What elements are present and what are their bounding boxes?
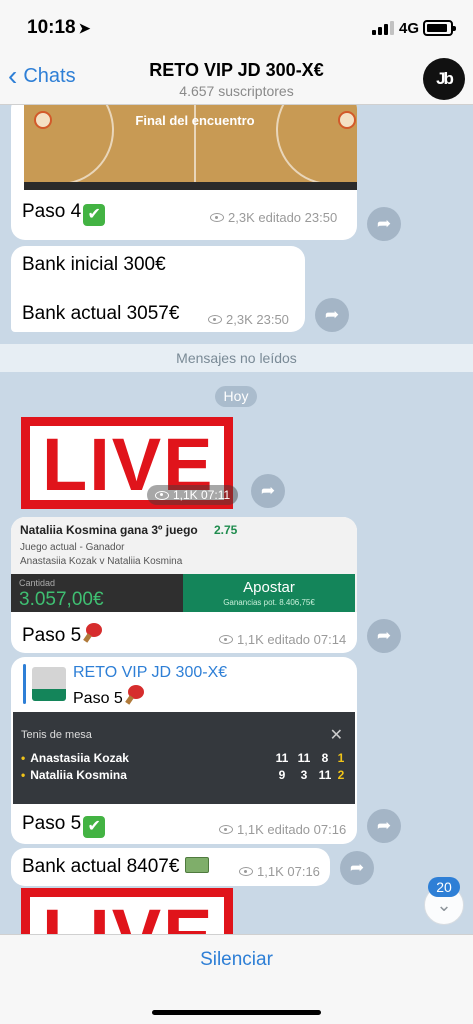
share-icon: ➦ [260,481,276,500]
player-1-name: • Anastasiia Kozak [21,751,129,765]
reply-accent-bar [23,664,26,704]
eye-icon [219,635,233,644]
ping-pong-paddle-icon [83,623,105,643]
message-text: Paso 5 [22,623,105,647]
bet-slip-image[interactable]: Nataliia Kosmina gana 3º juego 2.75 Jueg… [11,517,357,612]
message-meta: 2,3K 23:50 [208,312,289,327]
image-caption: Final del encuentro [135,113,255,128]
checkmark-icon: ✔ [83,204,106,226]
player-1-set-1: 11 [275,751,289,765]
live-image-text: LIVE [42,893,214,934]
share-button[interactable]: ➦ [315,298,349,332]
network-label: 4G [399,20,420,37]
date-pill: Hoy [215,386,257,407]
share-button[interactable]: ➦ [251,474,285,508]
stake-value: 3.057,00€ [19,589,104,610]
ping-pong-paddle-icon [124,685,147,705]
message-text: Bank actual 8407€ [22,856,210,878]
eye-icon [155,490,169,500]
player-2-current: 2 [337,768,345,782]
stake-box: Cantidad 3.057,00€ [11,574,183,612]
player-1-set-3: 8 [321,751,329,765]
basketball-court-image[interactable]: Final del encuentro [24,105,357,195]
share-button[interactable]: ➦ [367,809,401,843]
message-text: Paso 5 ✔ [22,813,106,838]
bank-initial-text: Bank inicial 300€ [22,254,166,275]
bet-title: Nataliia Kosmina gana 3º juego [20,523,198,537]
home-indicator[interactable] [152,1010,321,1015]
location-arrow-icon: ➤ [78,20,91,36]
player-1-current: 1 [337,751,345,765]
bet-market: Juego actual - Ganador [20,542,125,553]
mute-button[interactable]: Silenciar [0,949,473,971]
money-icon [185,857,210,873]
status-time: 10:18 ➤ [27,17,91,38]
share-icon: ➦ [376,816,392,835]
scoreboard-image[interactable]: Tenis de mesa ✕ • Anastasiia Kozak • Natal… [13,712,355,804]
message-bank[interactable]: Bank inicial 300€ Bank actual 3057€ 2,3K… [11,246,305,332]
place-bet-label: Apostar [243,579,295,596]
channel-title[interactable]: RETO VIP JD 300-X€ [0,60,473,81]
message-meta: 1,1K editado 07:14 [219,632,346,647]
bet-event: Anastasiia Kozak v Nataliia Kosmina [20,556,183,567]
message-bank-current[interactable]: Bank actual 8407€ 1,1K 07:16 [11,848,330,886]
navigation-bar: ‹ Chats RETO VIP JD 300-X€ 4.657 suscrip… [0,52,473,105]
close-icon: ✕ [329,727,343,744]
message-meta: 2,3K editado 23:50 [210,210,337,225]
player-2-set-3: 11 [318,768,332,782]
image-meta: 1,1K 07:11 [147,485,239,505]
share-button[interactable]: ➦ [367,207,401,241]
unread-divider: Mensajes no leídos [0,344,473,372]
share-icon: ➦ [376,214,392,233]
eye-icon [208,315,222,324]
reply-text: Paso 5 [73,685,147,708]
player-2-set-1: 9 [278,768,286,782]
share-button[interactable]: ➦ [340,851,374,885]
battery-icon [423,20,456,36]
live-image[interactable]: LIVE [21,888,233,934]
player-2-set-2: 3 [300,768,308,782]
reply-thumbnail [32,667,66,701]
bet-odds: 2.75 [214,523,238,537]
unread-count-badge: 20 [428,877,460,897]
eye-icon [239,867,253,876]
message-meta: 1,1K editado 07:16 [219,822,346,837]
image-bottom-strip [24,182,357,190]
share-icon: ➦ [376,626,392,645]
bottom-bar: Silenciar [0,934,473,1024]
message-meta: 1,1K 07:16 [239,864,320,879]
chat-area[interactable]: Final del encuentro Paso 4 ✔ 2,3K editado… [0,105,473,934]
place-bet-button: Apostar Ganancias pot. 8.406,75€ [183,574,355,612]
share-icon: ➦ [324,305,340,324]
status-bar: 10:18 ➤ 4G [0,0,473,52]
eye-icon [210,213,224,222]
stake-label: Cantidad [19,578,56,588]
player-1-set-2: 11 [297,751,311,765]
channel-avatar[interactable]: Jb [423,58,465,100]
checkmark-icon: ✔ [83,816,106,838]
message-scoreboard[interactable]: RETO VIP JD 300-X€ Paso 5 Tenis de mesa … [11,657,357,844]
share-icon: ➦ [349,858,365,877]
reply-title[interactable]: RETO VIP JD 300-X€ [73,664,227,682]
subscriber-count: 4.657 suscriptores [179,83,294,99]
bank-current-text: Bank actual 3057€ [22,303,180,324]
share-button[interactable]: ➦ [367,619,401,653]
potential-winnings: Ganancias pot. 8.406,75€ [223,598,315,607]
eye-icon [219,825,233,834]
sport-header: Tenis de mesa [21,729,92,741]
chevron-down-icon: ⌄ [436,894,452,915]
signal-icon [372,21,396,35]
player-2-name: • Nataliia Kosmina [21,768,127,782]
message-paso-4[interactable]: Final del encuentro Paso 4 ✔ 2,3K editado… [11,105,357,240]
message-bet-slip[interactable]: Nataliia Kosmina gana 3º juego 2.75 Jueg… [11,517,357,653]
message-text: Paso 4 ✔ [22,201,106,226]
